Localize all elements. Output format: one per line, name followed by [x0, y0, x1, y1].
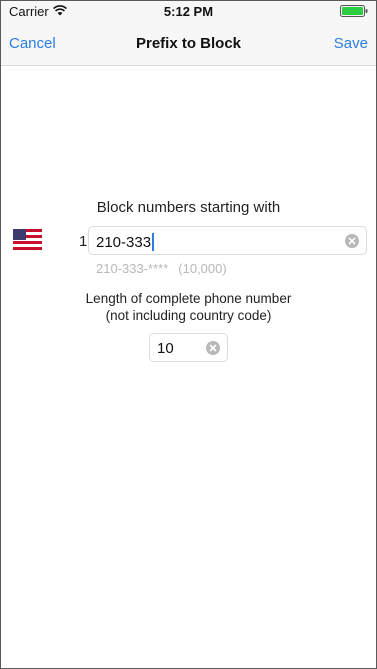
block-prefix-label: Block numbers starting with: [96, 199, 281, 216]
country-code: 1: [79, 233, 88, 250]
prefix-input[interactable]: 210-333: [88, 226, 367, 255]
length-label-line2: (not including country code): [105, 308, 272, 323]
status-time: 5:12 PM: [163, 4, 214, 19]
prefix-hint: 210-333-**** (10,000): [96, 261, 227, 276]
text-cursor: [152, 233, 155, 251]
prefix-value[interactable]: 210-333: [96, 233, 155, 251]
clear-prefix-icon[interactable]: [345, 234, 359, 248]
clear-length-icon[interactable]: [206, 341, 220, 355]
form-content: Block numbers starting with 1 210-333 21…: [1, 66, 376, 668]
length-label-line1: Length of complete phone number: [85, 291, 292, 306]
hint-count: (10,000): [178, 261, 227, 276]
page-title: Prefix to Block: [135, 35, 242, 52]
length-input[interactable]: 10: [149, 333, 228, 362]
length-value[interactable]: 10: [157, 340, 174, 357]
battery-icon: [340, 5, 368, 17]
phone-screen: Carrier 5:12 PM Cancel Prefix to Block S…: [0, 0, 377, 669]
save-button[interactable]: Save: [334, 35, 368, 52]
status-bar: Carrier 5:12 PM: [1, 1, 376, 21]
hint-pattern: 210-333-****: [96, 261, 169, 276]
us-flag-icon[interactable]: [13, 229, 42, 250]
length-label: Length of complete phone number (not inc…: [1, 290, 376, 324]
navigation-bar: Cancel Prefix to Block Save: [1, 21, 376, 66]
